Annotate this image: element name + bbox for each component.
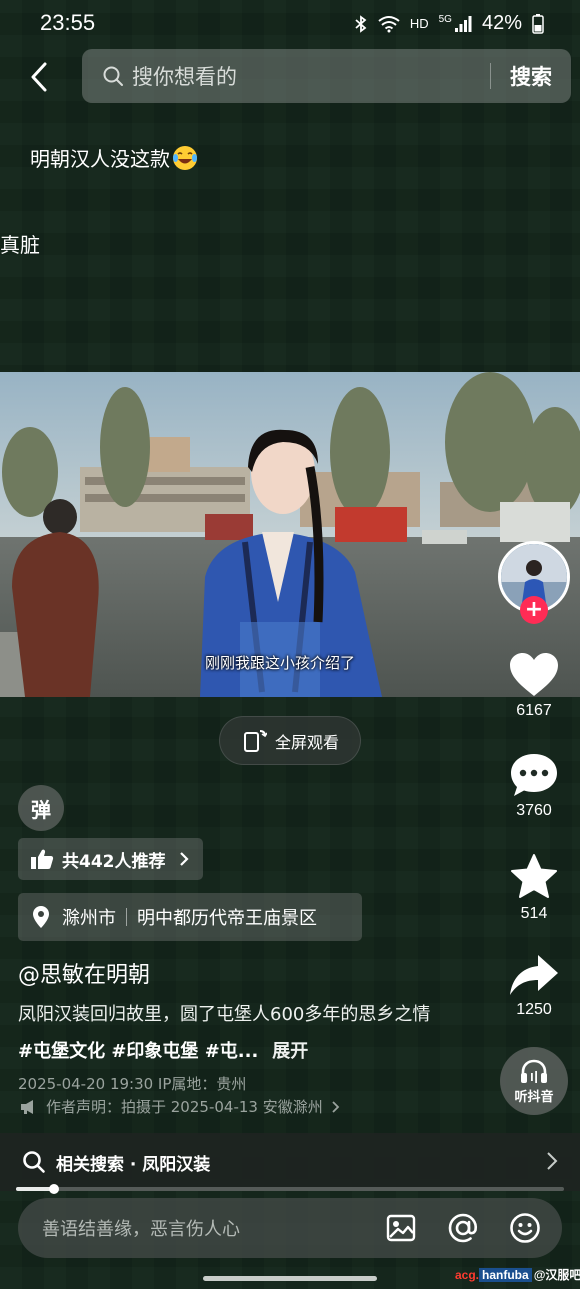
danmaku-toggle-label: 弹: [31, 797, 51, 822]
search-icon: [23, 1151, 45, 1173]
status-icons: HD 5G 42%: [354, 12, 544, 35]
comment-button[interactable]: 3760: [500, 752, 568, 820]
headphones-icon: [521, 1059, 547, 1083]
watermark-logo: @汉服吧: [533, 1268, 580, 1282]
chevron-right-icon: [179, 852, 189, 866]
expand-button[interactable]: 展开: [272, 1041, 308, 1062]
battery-percent: 42%: [481, 12, 522, 34]
danmaku-text: 明朝汉人没这款: [30, 147, 170, 171]
author-name[interactable]: @思敏在明朝: [18, 957, 150, 989]
image-icon: [386, 1214, 416, 1242]
location-city: 滁州市: [62, 908, 116, 929]
listen-button[interactable]: 听抖音: [500, 1047, 568, 1115]
danmaku-line: 明朝汉人没这款: [30, 143, 198, 172]
favorite-button[interactable]: 514: [500, 853, 568, 923]
search-bar[interactable]: 搜你想看的 搜索: [82, 49, 571, 103]
laughing-crying-emoji-icon: [173, 145, 197, 170]
megaphone-icon: [21, 1099, 33, 1114]
mention-button[interactable]: [432, 1212, 494, 1244]
location-chip[interactable]: 滁州市 明中都历代帝王庙景区: [18, 893, 362, 941]
chevron-right-icon: [332, 1100, 339, 1113]
back-button[interactable]: [22, 58, 56, 96]
location-divider: [126, 908, 127, 926]
battery-icon: [532, 13, 544, 34]
description-text: 凤阳汉装回归故里，圆了屯堡人600多年的思乡之情: [18, 1004, 431, 1025]
favorite-count: 514: [520, 905, 548, 922]
declaration-text: 作者声明：拍摄于 2025-04-13 安徽滁州: [46, 1098, 323, 1116]
share-button[interactable]: 1250: [500, 953, 568, 1019]
location-pin-icon: [33, 906, 49, 928]
home-indicator[interactable]: [203, 1276, 377, 1281]
watermark-box: hanfuba: [479, 1268, 532, 1282]
chevron-left-icon: [31, 62, 47, 92]
comment-count: 3760: [516, 802, 552, 819]
smiley-icon: [510, 1213, 540, 1243]
comment-icon: [511, 754, 557, 796]
star-icon: [511, 854, 557, 898]
recommend-label: 共442人推荐: [62, 851, 166, 872]
status-time: 23:55: [40, 10, 96, 35]
plus-icon: +: [524, 597, 544, 622]
network-label: HD: [409, 16, 429, 31]
hashtags[interactable]: #屯堡文化 #印象屯堡 #屯...: [18, 1041, 258, 1062]
signal-icon: [454, 15, 472, 32]
emoji-button[interactable]: [494, 1212, 556, 1244]
recommend-chip[interactable]: 共442人推荐: [18, 838, 203, 880]
search-button[interactable]: 搜索: [491, 61, 571, 91]
video-subtitle: 刚刚我跟这小孩介绍了: [205, 654, 356, 672]
search-icon: [103, 66, 123, 86]
progress-track[interactable]: [16, 1187, 564, 1191]
author-declaration[interactable]: 作者声明：拍摄于 2025-04-13 安徽滁州: [20, 1096, 340, 1117]
image-button[interactable]: [370, 1214, 432, 1242]
like-count: 6167: [516, 702, 552, 719]
danmaku-line-2: 真脏: [0, 233, 40, 257]
fullscreen-label: 全屏观看: [274, 732, 339, 752]
comment-input-bar[interactable]: 善语结善缘，恶言伤人心: [18, 1198, 562, 1258]
follow-button[interactable]: +: [520, 596, 548, 624]
video-frame: [0, 372, 580, 697]
fullscreen-icon: [243, 729, 267, 752]
thumbs-up-icon: [31, 849, 54, 869]
comment-input[interactable]: 善语结善缘，恶言伤人心: [42, 1215, 370, 1241]
related-search-bar[interactable]: 相关搜索 · 凤阳汉装: [0, 1133, 580, 1191]
signal-label: 5G: [438, 14, 452, 25]
location-poi: 明中都历代帝王庙景区: [137, 908, 317, 929]
danmaku-toggle-button[interactable]: 弹: [18, 785, 64, 831]
at-icon: [448, 1213, 478, 1243]
share-arrow-icon: [510, 955, 558, 995]
fullscreen-button[interactable]: 全屏观看: [219, 716, 361, 765]
watermark: acg. hanfuba @汉服吧: [455, 1266, 580, 1283]
search-input[interactable]: 搜你想看的: [132, 61, 490, 91]
video-description[interactable]: 凤阳汉装回归故里，圆了屯堡人600多年的思乡之情 #屯堡文化 #印象屯堡 #屯..…: [18, 996, 438, 1070]
like-button[interactable]: 6167: [500, 652, 568, 720]
video-player[interactable]: [0, 372, 580, 697]
bluetooth-icon: [355, 14, 367, 33]
chevron-right-icon: [547, 1152, 558, 1170]
related-search-label: 相关搜索 · 凤阳汉装: [56, 1154, 211, 1175]
heart-icon: [510, 653, 558, 696]
progress-handle[interactable]: [49, 1184, 59, 1194]
watermark-site: acg.: [455, 1268, 480, 1282]
share-count: 1250: [516, 1001, 552, 1018]
listen-label: 听抖音: [514, 1089, 554, 1105]
post-meta: 2025-04-20 19:30 IP属地：贵州: [18, 1075, 247, 1093]
wifi-icon: [378, 15, 400, 32]
